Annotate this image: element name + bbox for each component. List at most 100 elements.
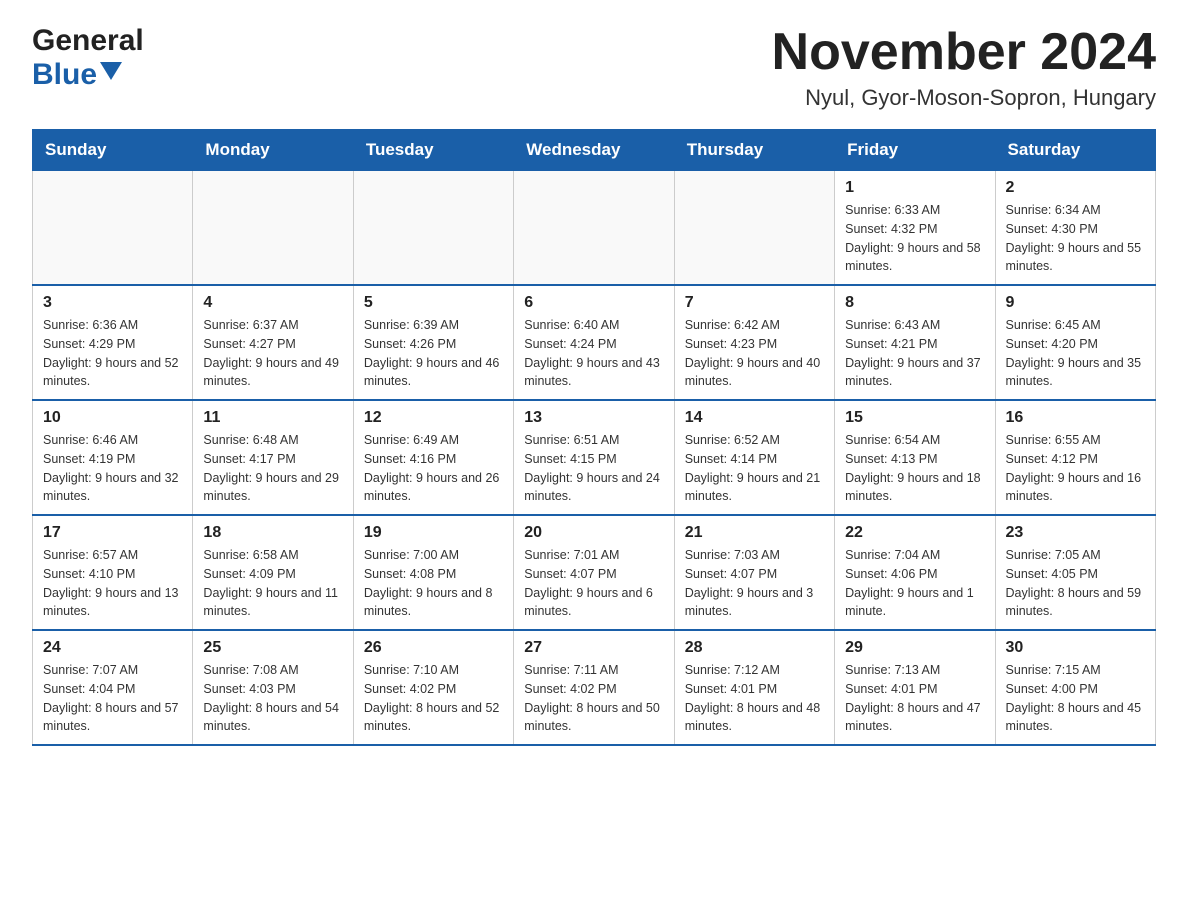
logo-blue-text: Blue [32, 58, 97, 92]
day-number: 19 [364, 524, 503, 542]
location-title: Nyul, Gyor-Moson-Sopron, Hungary [772, 85, 1156, 111]
day-number: 28 [685, 639, 824, 657]
cell-week5-day5: 29 Sunrise: 7:13 AMSunset: 4:01 PMDayligh… [835, 630, 995, 745]
cell-week4-day3: 20 Sunrise: 7:01 AMSunset: 4:07 PMDayligh… [514, 515, 674, 630]
day-info: Sunrise: 6:33 AMSunset: 4:32 PMDaylight:… [845, 201, 984, 276]
cell-week3-day2: 12 Sunrise: 6:49 AMSunset: 4:16 PMDayligh… [353, 400, 513, 515]
day-info: Sunrise: 7:03 AMSunset: 4:07 PMDaylight:… [685, 546, 824, 621]
day-info: Sunrise: 6:46 AMSunset: 4:19 PMDaylight:… [43, 431, 182, 506]
cell-week2-day5: 8 Sunrise: 6:43 AMSunset: 4:21 PMDaylight… [835, 285, 995, 400]
cell-week5-day3: 27Sunrise: 7:11 AMSunset: 4:02 PMDayligh… [514, 630, 674, 745]
cell-week4-day4: 21 Sunrise: 7:03 AMSunset: 4:07 PMDayligh… [674, 515, 834, 630]
cell-week4-day5: 22 Sunrise: 7:04 AMSunset: 4:06 PMDayligh… [835, 515, 995, 630]
day-info: Sunrise: 7:13 AMSunset: 4:01 PMDaylight:… [845, 661, 984, 736]
cell-week1-day3 [514, 171, 674, 286]
header-wednesday: Wednesday [514, 130, 674, 171]
day-info: Sunrise: 7:04 AMSunset: 4:06 PMDaylight:… [845, 546, 984, 621]
day-number: 13 [524, 409, 663, 427]
day-info: Sunrise: 6:51 AMSunset: 4:15 PMDaylight:… [524, 431, 663, 506]
day-info: Sunrise: 7:10 AMSunset: 4:02 PMDaylight:… [364, 661, 503, 736]
cell-week3-day3: 13 Sunrise: 6:51 AMSunset: 4:15 PMDayligh… [514, 400, 674, 515]
day-info: Sunrise: 6:43 AMSunset: 4:21 PMDaylight:… [845, 316, 984, 391]
day-number: 25 [203, 639, 342, 657]
week-row-3: 10Sunrise: 6:46 AMSunset: 4:19 PMDayligh… [33, 400, 1156, 515]
day-info: Sunrise: 6:42 AMSunset: 4:23 PMDaylight:… [685, 316, 824, 391]
cell-week5-day4: 28Sunrise: 7:12 AMSunset: 4:01 PMDayligh… [674, 630, 834, 745]
day-number: 9 [1006, 294, 1145, 312]
day-number: 2 [1006, 179, 1145, 197]
cell-week3-day6: 16 Sunrise: 6:55 AMSunset: 4:12 PMDayligh… [995, 400, 1155, 515]
day-info: Sunrise: 7:01 AMSunset: 4:07 PMDaylight:… [524, 546, 663, 621]
week-row-4: 17Sunrise: 6:57 AMSunset: 4:10 PMDayligh… [33, 515, 1156, 630]
cell-week5-day2: 26 Sunrise: 7:10 AMSunset: 4:02 PMDayligh… [353, 630, 513, 745]
day-info: Sunrise: 6:58 AMSunset: 4:09 PMDaylight:… [203, 546, 342, 621]
day-number: 11 [203, 409, 342, 427]
day-number: 27 [524, 639, 663, 657]
day-info: Sunrise: 6:45 AMSunset: 4:20 PMDaylight:… [1006, 316, 1145, 391]
day-info: Sunrise: 6:52 AMSunset: 4:14 PMDaylight:… [685, 431, 824, 506]
cell-week3-day4: 14 Sunrise: 6:52 AMSunset: 4:14 PMDayligh… [674, 400, 834, 515]
cell-week2-day3: 6Sunrise: 6:40 AMSunset: 4:24 PMDaylight… [514, 285, 674, 400]
day-number: 24 [43, 639, 182, 657]
day-info: Sunrise: 7:05 AMSunset: 4:05 PMDaylight:… [1006, 546, 1145, 621]
calendar-body: 1 Sunrise: 6:33 AMSunset: 4:32 PMDaylight… [33, 171, 1156, 746]
cell-week4-day6: 23Sunrise: 7:05 AMSunset: 4:05 PMDayligh… [995, 515, 1155, 630]
day-number: 21 [685, 524, 824, 542]
day-number: 18 [203, 524, 342, 542]
cell-week1-day2 [353, 171, 513, 286]
cell-week1-day6: 2 Sunrise: 6:34 AMSunset: 4:30 PMDaylight… [995, 171, 1155, 286]
month-title: November 2024 [772, 24, 1156, 81]
cell-week1-day1 [193, 171, 353, 286]
day-number: 1 [845, 179, 984, 197]
day-number: 5 [364, 294, 503, 312]
day-number: 8 [845, 294, 984, 312]
day-number: 12 [364, 409, 503, 427]
day-info: Sunrise: 6:48 AMSunset: 4:17 PMDaylight:… [203, 431, 342, 506]
day-number: 14 [685, 409, 824, 427]
header-friday: Friday [835, 130, 995, 171]
cell-week2-day0: 3 Sunrise: 6:36 AMSunset: 4:29 PMDaylight… [33, 285, 193, 400]
cell-week2-day4: 7 Sunrise: 6:42 AMSunset: 4:23 PMDaylight… [674, 285, 834, 400]
cell-week5-day6: 30Sunrise: 7:15 AMSunset: 4:00 PMDayligh… [995, 630, 1155, 745]
day-number: 16 [1006, 409, 1145, 427]
calendar-header: SundayMondayTuesdayWednesdayThursdayFrid… [33, 130, 1156, 171]
cell-week3-day5: 15Sunrise: 6:54 AMSunset: 4:13 PMDayligh… [835, 400, 995, 515]
day-number: 3 [43, 294, 182, 312]
cell-week2-day1: 4Sunrise: 6:37 AMSunset: 4:27 PMDaylight… [193, 285, 353, 400]
week-row-5: 24 Sunrise: 7:07 AMSunset: 4:04 PMDayligh… [33, 630, 1156, 745]
week-row-1: 1 Sunrise: 6:33 AMSunset: 4:32 PMDaylight… [33, 171, 1156, 286]
day-number: 20 [524, 524, 663, 542]
day-info: Sunrise: 6:40 AMSunset: 4:24 PMDaylight:… [524, 316, 663, 391]
header-thursday: Thursday [674, 130, 834, 171]
day-number: 29 [845, 639, 984, 657]
day-number: 22 [845, 524, 984, 542]
day-number: 26 [364, 639, 503, 657]
day-info: Sunrise: 6:49 AMSunset: 4:16 PMDaylight:… [364, 431, 503, 506]
day-info: Sunrise: 6:36 AMSunset: 4:29 PMDaylight:… [43, 316, 182, 391]
page-header: General Blue November 2024 Nyul, Gyor-Mo… [32, 24, 1156, 111]
day-number: 17 [43, 524, 182, 542]
day-info: Sunrise: 7:00 AMSunset: 4:08 PMDaylight:… [364, 546, 503, 621]
day-number: 7 [685, 294, 824, 312]
header-sunday: Sunday [33, 130, 193, 171]
day-info: Sunrise: 6:34 AMSunset: 4:30 PMDaylight:… [1006, 201, 1145, 276]
logo: General Blue [32, 24, 144, 92]
day-info: Sunrise: 7:08 AMSunset: 4:03 PMDaylight:… [203, 661, 342, 736]
logo-general-text: General [32, 24, 144, 58]
day-info: Sunrise: 6:54 AMSunset: 4:13 PMDaylight:… [845, 431, 984, 506]
cell-week4-day0: 17Sunrise: 6:57 AMSunset: 4:10 PMDayligh… [33, 515, 193, 630]
day-number: 30 [1006, 639, 1145, 657]
day-info: Sunrise: 6:37 AMSunset: 4:27 PMDaylight:… [203, 316, 342, 391]
cell-week5-day1: 25 Sunrise: 7:08 AMSunset: 4:03 PMDayligh… [193, 630, 353, 745]
cell-week2-day6: 9 Sunrise: 6:45 AMSunset: 4:20 PMDaylight… [995, 285, 1155, 400]
week-row-2: 3 Sunrise: 6:36 AMSunset: 4:29 PMDaylight… [33, 285, 1156, 400]
header-row: SundayMondayTuesdayWednesdayThursdayFrid… [33, 130, 1156, 171]
day-info: Sunrise: 6:39 AMSunset: 4:26 PMDaylight:… [364, 316, 503, 391]
day-info: Sunrise: 6:55 AMSunset: 4:12 PMDaylight:… [1006, 431, 1145, 506]
cell-week4-day1: 18 Sunrise: 6:58 AMSunset: 4:09 PMDayligh… [193, 515, 353, 630]
header-monday: Monday [193, 130, 353, 171]
cell-week3-day0: 10Sunrise: 6:46 AMSunset: 4:19 PMDayligh… [33, 400, 193, 515]
day-info: Sunrise: 7:07 AMSunset: 4:04 PMDaylight:… [43, 661, 182, 736]
cell-week1-day0 [33, 171, 193, 286]
title-area: November 2024 Nyul, Gyor-Moson-Sopron, H… [772, 24, 1156, 111]
